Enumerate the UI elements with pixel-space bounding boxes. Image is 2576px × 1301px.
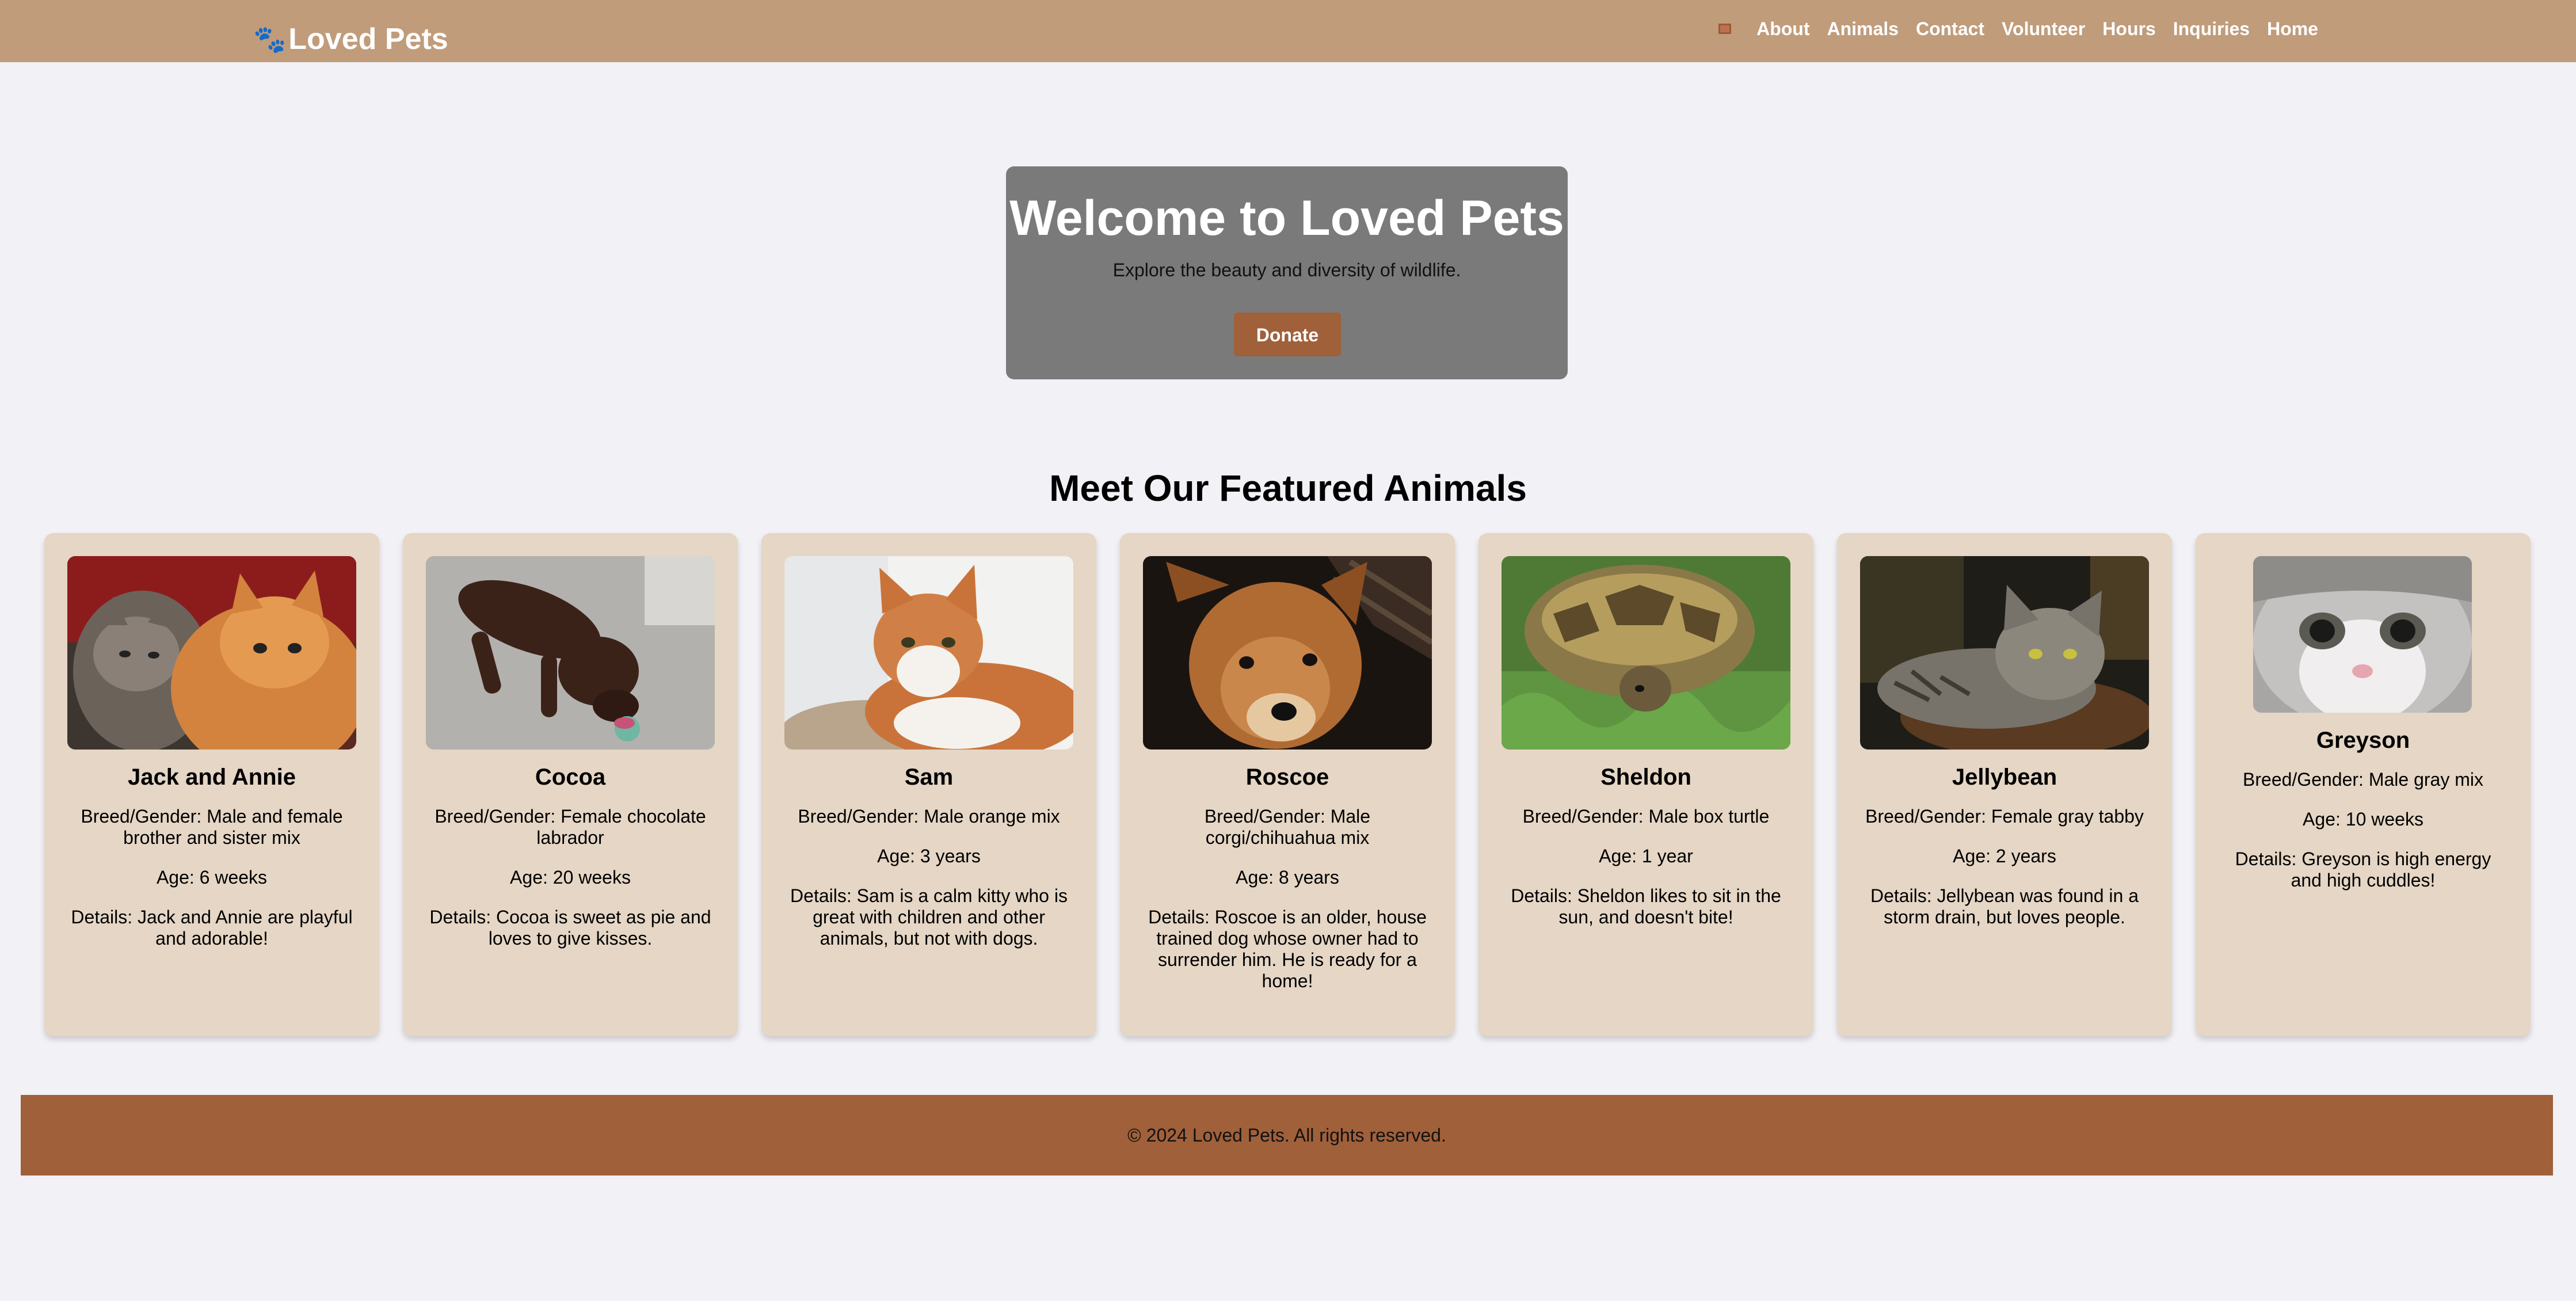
animal-photo [1860,556,2149,750]
animal-card[interactable]: Roscoe Breed/Gender: Male corgi/chihuahu… [1120,533,1455,1036]
hero-title: Welcome to Loved Pets [1009,191,1564,246]
animal-info: Breed/Gender: Male orange mix Age: 3 yea… [784,806,1073,968]
animal-name: Sheldon [1601,764,1691,790]
animal-details: Details: Greyson is high energy and high… [2235,849,2491,891]
animal-photo [2253,556,2472,713]
animal-age: Age: 1 year [1599,846,1693,866]
animal-card[interactable]: Jellybean Breed/Gender: Female gray tabb… [1837,533,2172,1036]
hero-banner: Welcome to Loved Pets Explore the beauty… [1006,166,1568,379]
animal-photo [426,556,715,750]
brand-logo[interactable]: 🐾 Loved Pets [253,22,448,56]
animal-info: Breed/Gender: Male box turtle Age: 1 yea… [1502,806,1790,946]
animal-photo [67,556,356,750]
animal-name: Roscoe [1245,764,1329,790]
footer-copyright: © 2024 Loved Pets. All rights reserved. [1127,1125,1446,1146]
animal-card[interactable]: Sheldon Breed/Gender: Male box turtle Ag… [1478,533,1813,1036]
animal-details: Details: Jellybean was found in a storm … [1870,885,2139,927]
animal-name: Cocoa [535,764,606,790]
animal-card[interactable]: Greyson Breed/Gender: Male gray mix Age:… [2196,533,2531,1036]
animal-photo [784,556,1073,750]
animal-breed: Breed/Gender: Male gray mix [2243,769,2483,790]
animal-age: Age: 10 weeks [2303,809,2423,830]
nav-link-animals[interactable]: Animals [1827,18,1898,40]
nav-link-home[interactable]: Home [2267,18,2318,40]
animal-breed: Breed/Gender: Male and female brother an… [81,806,343,848]
featured-title: Meet Our Featured Animals [1049,467,1527,509]
animal-details: Details: Roscoe is an older, house train… [1148,907,1427,991]
nav-link-contact[interactable]: Contact [1916,18,1984,40]
animal-card[interactable]: Sam Breed/Gender: Male orange mix Age: 3… [761,533,1096,1036]
flag-icon [1718,24,1732,34]
animal-photo [1502,556,1790,750]
hero-subtitle: Explore the beauty and diversity of wild… [1112,260,1461,280]
animal-age: Age: 2 years [1953,846,2056,866]
animal-breed: Breed/Gender: Female gray tabby [1865,806,2144,827]
animal-card[interactable]: Cocoa Breed/Gender: Female chocolate lab… [403,533,738,1036]
nav-link-inquiries[interactable]: Inquiries [2173,18,2250,40]
animal-breed: Breed/Gender: Male corgi/chihuahua mix [1204,806,1371,848]
animal-name: Sam [904,764,954,790]
animal-details: Details: Sheldon likes to sit in the sun… [1511,885,1781,927]
animal-breed: Breed/Gender: Male box turtle [1522,806,1770,827]
brand-name: Loved Pets [288,22,448,56]
site-footer: © 2024 Loved Pets. All rights reserved. [21,1095,2553,1176]
nav-link-about[interactable]: About [1756,18,1809,40]
animal-age: Age: 20 weeks [510,867,631,888]
animal-details: Details: Jack and Annie are playful and … [71,907,353,949]
animal-details: Details: Cocoa is sweet as pie and loves… [429,907,711,949]
animal-card[interactable]: Jack and Annie Breed/Gender: Male and fe… [44,533,379,1036]
site-header: 🐾 Loved Pets About Animals Contact Volun… [0,0,2576,62]
animal-info: Breed/Gender: Male gray mix Age: 10 week… [2219,769,2508,910]
animal-age: Age: 8 years [1236,867,1339,888]
animal-name: Greyson [2316,728,2410,753]
animal-details: Details: Sam is a calm kitty who is grea… [790,885,1068,949]
animal-info: Breed/Gender: Male corgi/chihuahua mix A… [1143,806,1432,1010]
animal-name: Jellybean [1952,764,2057,790]
animal-info: Breed/Gender: Male and female brother an… [67,806,356,968]
animal-name: Jack and Annie [128,764,296,790]
donate-button[interactable]: Donate [1234,313,1341,356]
nav-link-hours[interactable]: Hours [2102,18,2155,40]
animal-age: Age: 3 years [877,846,981,866]
animal-breed: Breed/Gender: Male orange mix [798,806,1060,827]
animal-breed: Breed/Gender: Female chocolate labrador [435,806,706,848]
nav-link-volunteer[interactable]: Volunteer [2002,18,2085,40]
animal-info: Breed/Gender: Female chocolate labrador … [426,806,715,968]
paw-icon: 🐾 [253,24,287,54]
animal-info: Breed/Gender: Female gray tabby Age: 2 y… [1860,806,2149,946]
animal-photo [1143,556,1432,750]
main-nav: About Animals Contact Volunteer Hours In… [1718,15,2318,43]
animal-age: Age: 6 weeks [156,867,268,888]
